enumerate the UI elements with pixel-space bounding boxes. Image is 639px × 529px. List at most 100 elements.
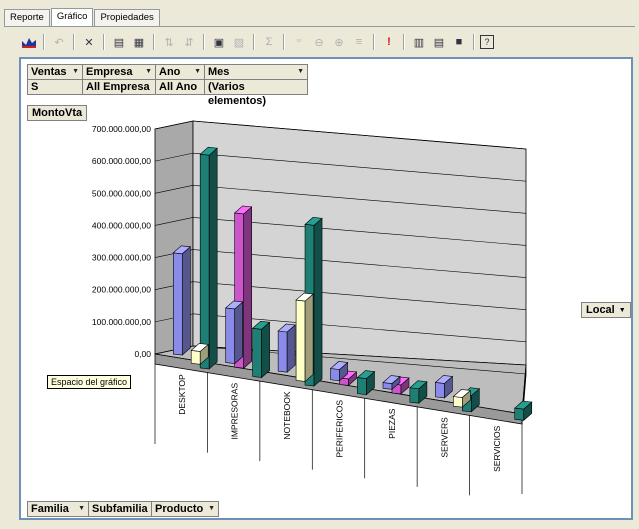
category-field-producto[interactable]: Producto ▼ [151,501,219,517]
refresh-icon[interactable]: ! [380,33,398,51]
y-tick-label: 0,00 [134,349,151,359]
toolbar-separator [403,34,405,50]
bar-front [199,153,210,370]
y-tick-label: 500.000.000,00 [92,188,151,198]
bar [295,292,314,383]
show-top-icon[interactable]: ⁼ [290,33,308,51]
category-field-subfamilia[interactable]: Subfamilia [88,501,152,517]
filter-field-ano[interactable]: Ano ▼ [155,64,205,80]
measure-field-montovta[interactable]: MontoVta [27,105,88,121]
chart-wizard-icon[interactable] [20,33,38,51]
category-label: SERVERS [439,417,449,458]
field-list-toggle-icon[interactable]: ■ [450,33,468,51]
y-tick-label: 700.000.000,00 [92,124,151,134]
bar-front [295,299,306,382]
bar [251,320,271,379]
bar [225,300,244,365]
bar-side [304,293,314,383]
bar-side [208,147,218,370]
properties-icon[interactable]: ▤ [430,33,448,51]
dropdown-arrow-icon[interactable]: ▼ [208,502,215,516]
bar-front [225,307,236,364]
filter-area: Ventas ▼ Empresa ▼ Ano ▼ Mes ▼ S All Empresa… [27,64,308,107]
category-label: DESKTOP [177,374,187,415]
category-label: PERIFERICOS [335,400,345,458]
delete-icon[interactable]: ✕ [80,33,98,51]
filter-field-mes[interactable]: Mes ▼ [204,64,308,80]
toolbar-separator [203,34,205,50]
bar-side [286,324,296,373]
category-label: SERVICIOS [492,425,502,471]
category-field-area: Familia ▼ Subfamilia Producto ▼ [27,501,219,517]
chart-workspace[interactable]: 0,00 100.000.000,00 200.000.000,00 300.000.… [19,57,633,520]
category-label: IMPRESORAS [230,383,240,440]
filter-icon[interactable]: ▣ [210,33,228,51]
chart-area[interactable]: 0,00 100.000.000,00 200.000.000,00 300.000.… [21,59,631,518]
filter-value-ventas: S [27,79,83,95]
chart-type-icon[interactable]: ▦ [130,33,148,51]
help-icon[interactable]: ? [480,35,494,49]
bar-front [252,327,262,378]
category-label: PIEZAS [387,408,397,439]
undo-icon[interactable]: ↶ [50,33,68,51]
toolbar-separator [473,34,475,50]
dropdown-arrow-icon[interactable]: ▼ [72,65,79,79]
filter-field-ventas[interactable]: Ventas ▼ [27,64,83,80]
bar-front [190,350,201,365]
bar-front [330,368,340,382]
toolbar-separator [373,34,375,50]
sort-descending-icon[interactable]: ⇵ [180,33,198,51]
expand-icon[interactable]: ▧ [230,33,248,51]
hide-details-icon[interactable]: ⊖ [310,33,328,51]
dropdown-arrow-icon[interactable]: ▼ [145,65,152,79]
bar-front [277,330,288,373]
dropdown-arrow-icon[interactable]: ▼ [619,307,626,314]
y-tick-label: 200.000.000,00 [92,285,151,295]
toggle-icon[interactable]: ≡ [350,33,368,51]
bar-front [514,407,525,421]
toolbar-separator [43,34,45,50]
filter-field-empresa[interactable]: Empresa ▼ [82,64,156,80]
tab-grafico[interactable]: Gráfico [50,8,94,27]
autosum-icon[interactable]: Σ [260,33,278,51]
bar [199,146,218,370]
bar-front [409,387,420,404]
category-field-familia[interactable]: Familia ▼ [27,501,89,517]
bar [277,323,296,373]
category-label: NOTEBOOK [282,391,292,440]
toolbar-separator [153,34,155,50]
toolbar-separator [253,34,255,50]
bar-side [261,321,270,379]
filter-value-ano: All Ano [155,79,205,95]
filter-value-empresa: All Empresa [82,79,156,95]
bar-side [243,206,252,369]
toolbar-separator [103,34,105,50]
dropdown-arrow-icon[interactable]: ▼ [78,502,85,516]
tab-divider [4,26,635,27]
toolbar-separator [283,34,285,50]
toolbar-separator [73,34,75,50]
dropdown-arrow-icon[interactable]: ▼ [297,65,304,79]
y-tick-label: 300.000.000,00 [92,253,151,263]
toolbar: ↶ ✕ ▤ ▦ ⇅ ⇵ ▣ ▧ Σ ⁼ ⊖ ⊕ ≡ ! ▥ ▤ ■ ? [20,31,494,53]
show-details-icon[interactable]: ⊕ [330,33,348,51]
tooltip: Espacio del gráfico [47,375,132,389]
y-tick-label: 100.000.000,00 [92,317,151,327]
tab-propiedades[interactable]: Propiedades [94,9,160,26]
filter-value-mes: (Varios elementos) [204,79,308,107]
tab-reporte[interactable]: Reporte [4,9,50,26]
bar-side [181,246,191,356]
bar-side [234,301,244,365]
export-icon[interactable]: ▥ [410,33,428,51]
field-list-icon[interactable]: ▤ [110,33,128,51]
bar-front [453,396,463,408]
bar-front [357,377,367,395]
bar-front [435,382,445,399]
dropdown-arrow-icon[interactable]: ▼ [194,65,201,79]
bar-side [313,217,323,387]
tab-strip: Reporte Gráfico Propiedades [4,4,161,27]
bar-front [172,252,183,356]
sort-ascending-icon[interactable]: ⇅ [160,33,178,51]
series-field-local[interactable]: Local ▼ [581,302,631,318]
y-tick-label: 600.000.000,00 [92,156,151,166]
